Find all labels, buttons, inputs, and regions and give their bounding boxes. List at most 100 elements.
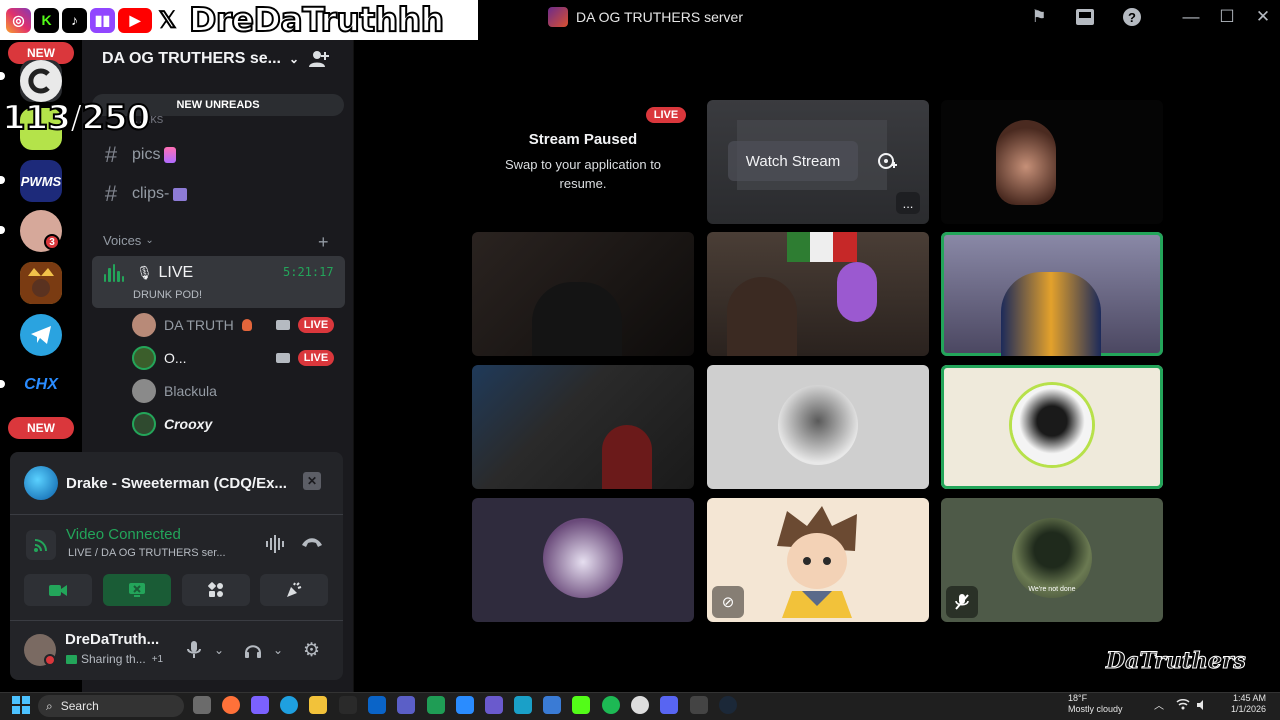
voice-member[interactable]: Crooxy bbox=[132, 411, 212, 437]
instagram-icon: ◎ bbox=[6, 7, 31, 33]
video-tile[interactable] bbox=[941, 100, 1163, 224]
popout-icon[interactable] bbox=[876, 150, 900, 174]
telegram-icon[interactable] bbox=[20, 314, 62, 356]
headphones-icon[interactable] bbox=[244, 640, 262, 660]
voice-member[interactable]: DA TRUTH bbox=[132, 312, 252, 338]
connection-status[interactable]: Video Connected bbox=[66, 526, 181, 543]
disconnect-icon[interactable] bbox=[301, 535, 323, 551]
video-tile[interactable] bbox=[707, 232, 929, 356]
avatar-tile[interactable] bbox=[472, 498, 694, 622]
watch-stream-button[interactable]: Watch Stream bbox=[728, 141, 858, 181]
kick-icon: K bbox=[34, 7, 59, 33]
weather-widget[interactable]: 18°F Mostly cloudy bbox=[1048, 693, 1123, 715]
muted-mic-icon[interactable] bbox=[946, 586, 978, 618]
add-channel-icon[interactable]: + bbox=[318, 232, 329, 253]
camera-off-icon[interactable]: ⊘ bbox=[712, 586, 744, 618]
video-tile[interactable] bbox=[941, 232, 1163, 356]
stream-paused-title: Stream Paused bbox=[528, 131, 638, 148]
voice-member[interactable]: O... bbox=[132, 345, 187, 371]
windows-start-icon[interactable] bbox=[12, 696, 30, 714]
obs-icon[interactable] bbox=[631, 696, 649, 714]
settings-gear-icon[interactable]: ⚙ bbox=[303, 640, 320, 661]
stream-paused-message: Swap to your application to resume. bbox=[504, 157, 662, 191]
voice-member[interactable]: Blackula bbox=[132, 378, 217, 404]
avatar bbox=[132, 346, 156, 370]
user-name[interactable]: DreDaTruth... bbox=[65, 631, 159, 648]
noise-suppression-icon[interactable] bbox=[265, 535, 285, 553]
server-c-icon[interactable] bbox=[20, 60, 62, 102]
server-pwm-icon[interactable]: PWMS bbox=[20, 160, 62, 202]
outlook-icon[interactable] bbox=[368, 696, 386, 714]
inbox-icon[interactable] bbox=[1074, 6, 1096, 28]
clapper-icon bbox=[173, 187, 188, 201]
kick-app-icon[interactable] bbox=[572, 696, 590, 714]
avatar-tile[interactable]: We're not done bbox=[941, 498, 1163, 622]
streamer-overlay: ◎ K ♪ ▮▮ ▶ 𝕏 DreDaTruthhh bbox=[0, 0, 478, 40]
guild-header[interactable]: DA OG TRUTHERS se... ⌄ bbox=[102, 46, 299, 72]
hash-icon: # bbox=[104, 142, 118, 167]
youtube-icon: ▶ bbox=[118, 7, 152, 33]
store-icon[interactable] bbox=[339, 696, 357, 714]
flag-icon[interactable]: ⚑ bbox=[1028, 6, 1050, 28]
screen-icon bbox=[66, 654, 77, 664]
teams-icon[interactable] bbox=[397, 696, 415, 714]
discord-icon[interactable] bbox=[660, 696, 678, 714]
video-tile[interactable] bbox=[472, 365, 694, 489]
avatar-tile[interactable]: ⊘ bbox=[707, 498, 929, 622]
app-icon[interactable] bbox=[514, 696, 532, 714]
category-voices[interactable]: Voices ⌄ bbox=[103, 233, 154, 248]
channel-clips[interactable]: # clips- bbox=[100, 180, 188, 208]
microphone-icon[interactable] bbox=[187, 640, 201, 660]
live-badge: LIVE bbox=[298, 350, 334, 366]
minimize-icon[interactable]: — bbox=[1180, 6, 1202, 28]
signal-icon[interactable] bbox=[26, 530, 56, 560]
camera-button[interactable] bbox=[24, 574, 92, 606]
video-tile[interactable] bbox=[472, 232, 694, 356]
help-icon[interactable]: ? bbox=[1121, 6, 1143, 28]
app-icon[interactable] bbox=[456, 696, 474, 714]
close-icon[interactable]: ✕ bbox=[1252, 6, 1274, 28]
soundboard-button[interactable] bbox=[260, 574, 328, 606]
taskbar-clock[interactable]: 1:45 AM 1/1/2026 bbox=[1216, 693, 1266, 715]
app-icon[interactable] bbox=[690, 696, 708, 714]
chevron-down-icon[interactable]: ⌄ bbox=[273, 640, 283, 660]
maximize-icon[interactable]: ☐ bbox=[1216, 6, 1238, 28]
avatar bbox=[132, 313, 156, 337]
channel-watermark: DaTruthers bbox=[1106, 648, 1247, 675]
steam-icon[interactable] bbox=[719, 696, 737, 714]
file-explorer-icon[interactable] bbox=[309, 696, 327, 714]
anime-avatar bbox=[777, 506, 857, 618]
invite-people-icon[interactable] bbox=[308, 48, 330, 70]
chevron-up-icon[interactable]: ︿ bbox=[1154, 697, 1164, 712]
chevron-down-icon[interactable]: ⌄ bbox=[214, 640, 224, 660]
volume-icon[interactable] bbox=[1196, 698, 1208, 710]
participant-video bbox=[996, 120, 1056, 205]
activities-button[interactable] bbox=[182, 574, 250, 606]
connection-channel[interactable]: LIVE / DA OG TRUTHERS ser... bbox=[68, 547, 226, 559]
app-icon[interactable] bbox=[485, 696, 503, 714]
new-pill[interactable]: NEW bbox=[8, 417, 74, 439]
taskbar-search[interactable]: ⌕ Search bbox=[38, 695, 184, 717]
avatar-tile[interactable] bbox=[707, 365, 929, 489]
spotify-icon[interactable] bbox=[602, 696, 620, 714]
copilot-icon[interactable] bbox=[251, 696, 269, 714]
more-options-button[interactable]: ... bbox=[896, 192, 920, 214]
firefox-icon[interactable] bbox=[222, 696, 240, 714]
participant-video bbox=[1001, 272, 1101, 356]
app-icon[interactable] bbox=[427, 696, 445, 714]
voice-channel-status: DRUNK POD! bbox=[133, 289, 203, 301]
task-view-icon[interactable] bbox=[193, 696, 211, 714]
wifi-icon[interactable] bbox=[1176, 697, 1190, 711]
stop-screenshare-button[interactable] bbox=[103, 574, 171, 606]
avatar-tile[interactable] bbox=[941, 365, 1163, 489]
activity-row[interactable]: Drake - Sweeterman (CDQ/Ex... bbox=[24, 466, 296, 500]
voice-channel-live[interactable] bbox=[92, 256, 345, 308]
photos-icon[interactable] bbox=[543, 696, 561, 714]
channel-pics[interactable]: # pics bbox=[100, 141, 177, 169]
server-king-icon[interactable] bbox=[20, 262, 62, 304]
server-chx-icon[interactable]: CHX bbox=[20, 364, 62, 406]
channel-label: pics bbox=[132, 146, 161, 163]
edge-icon[interactable] bbox=[280, 696, 298, 714]
participant-video bbox=[532, 282, 622, 356]
stop-activity-icon[interactable]: ✕ bbox=[303, 472, 321, 490]
